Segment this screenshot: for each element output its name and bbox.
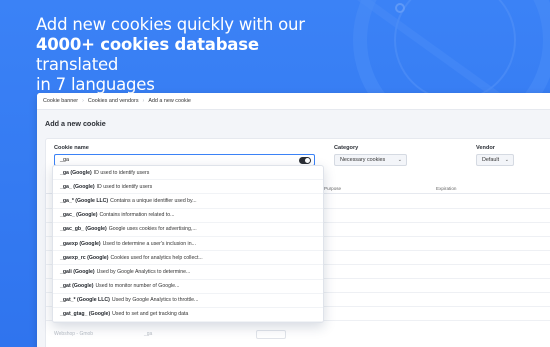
- cookie-name-label: Cookie name: [54, 145, 89, 151]
- headline-bold: 4000+ cookies database: [36, 35, 259, 54]
- suggestion-description: ID used to identify users: [96, 183, 153, 190]
- row-value: _ga: [144, 331, 153, 337]
- suggestion-name: _ga_ (Google): [60, 183, 95, 190]
- column-header-purpose: Purpose: [324, 186, 342, 191]
- suggestion-description: Used by Google Analytics to throttle...: [111, 297, 199, 304]
- suggestion-name: _gat (Google): [60, 283, 94, 290]
- headline-line2: translated: [36, 55, 119, 74]
- page-title: Add a new cookie: [45, 119, 106, 128]
- suggestion-item[interactable]: _ga_ (Google) ID used to identify users: [53, 180, 323, 195]
- cookie-name-value: _ga: [60, 157, 69, 163]
- suggestion-description: ID used to identify users: [93, 169, 150, 176]
- suggestion-description: Used by Google Analytics to determine...: [96, 268, 191, 275]
- suggestion-item[interactable]: _gac_gb_ (Google) Google uses cookies for…: [53, 223, 323, 237]
- headline-line3: in 7 languages: [36, 75, 155, 94]
- breadcrumb: Cookie banner › Cookies and vendors › Ad…: [37, 93, 550, 110]
- suggestion-item[interactable]: _gat (Google) Used to monitor number of G…: [53, 280, 323, 294]
- suggestion-item[interactable]: _gat_gtag_ (Google) Used to set and get t…: [53, 308, 323, 322]
- suggestion-description: Cookies used for analytics help collect.…: [110, 254, 203, 261]
- chevron-down-icon: ⌄: [397, 157, 402, 163]
- vendor-value: Default: [482, 157, 500, 163]
- cookie-suggestions-dropdown: _ga (Google) ID used to identify users _ga…: [52, 165, 324, 323]
- suggestion-description: Used to monitor number of Google...: [95, 283, 180, 290]
- suggestion-item[interactable]: _gat_* (Google LLC) Used by Google Analyt…: [53, 294, 323, 308]
- suggestion-description: Used to set and get tracking data: [112, 311, 189, 318]
- suggestion-name: _gac_ (Google): [60, 212, 98, 219]
- category-value: Necessary cookies: [340, 157, 386, 163]
- category-select[interactable]: Necessary cookies ⌄: [334, 154, 407, 166]
- suggestion-item[interactable]: _gac_ (Google) Contains information relat…: [53, 209, 323, 223]
- toggle-switch[interactable]: [299, 157, 311, 164]
- suggestion-item[interactable]: _gali (Google) Used by Google Analytics t…: [53, 265, 323, 280]
- suggestion-name: _gali (Google): [60, 268, 95, 275]
- suggestion-name: _gac_gb_ (Google): [60, 226, 107, 233]
- suggestion-name: _gat_gtag_ (Google): [60, 311, 111, 318]
- suggestion-name: _ga (Google): [60, 169, 92, 176]
- breadcrumb-item-cookies-vendors[interactable]: Cookies and vendors: [88, 98, 139, 104]
- suggestion-item[interactable]: _gaexp (Google) Used to determine a user'…: [53, 237, 323, 252]
- suggestion-description: Contains a unique identifier used by...: [110, 197, 197, 204]
- suggestion-name: _gaexp (Google): [60, 240, 101, 247]
- suggestion-description: Google uses cookies for advertising,...: [108, 226, 197, 233]
- headline-line1: Add new cookies quickly with our: [36, 15, 305, 34]
- breadcrumb-separator: ›: [142, 98, 145, 104]
- suggestion-item[interactable]: _ga_* (Google LLC) Contains a unique iden…: [53, 194, 323, 209]
- suggestion-description: Contains information related to...: [99, 212, 175, 219]
- vendor-label: Vendor: [476, 145, 495, 151]
- breadcrumb-separator: ›: [82, 98, 84, 104]
- suggestion-item[interactable]: _ga (Google) ID used to identify users: [53, 166, 323, 181]
- suggestion-item[interactable]: _gaexp_rc (Google) Cookies used for analy…: [53, 251, 323, 266]
- suggestion-description: Used to determine a user's inclusion in.…: [102, 240, 196, 247]
- headline: Add new cookies quickly with our 4000+ c…: [36, 15, 326, 95]
- table-row: Webshop - Gmob _ga: [46, 329, 550, 341]
- chevron-down-icon: ⌄: [504, 157, 509, 163]
- category-label: Category: [334, 145, 359, 151]
- vendor-select[interactable]: Default ⌄: [476, 154, 514, 166]
- breadcrumb-item-add-cookie: Add a new cookie: [148, 98, 191, 104]
- suggestion-list: _ga (Google) ID used to identify users _ga…: [53, 166, 323, 322]
- column-header-expiration: Expiration: [436, 186, 457, 191]
- suggestion-name: _gaexp_rc (Google): [60, 254, 109, 261]
- suggestion-name: _ga_* (Google LLC): [60, 197, 109, 204]
- suggestion-name: _gat_* (Google LLC): [60, 297, 110, 304]
- row-select[interactable]: [256, 330, 286, 339]
- breadcrumb-item-cookie-banner[interactable]: Cookie banner: [43, 98, 78, 104]
- row-name: Webshop - Gmob: [54, 331, 94, 337]
